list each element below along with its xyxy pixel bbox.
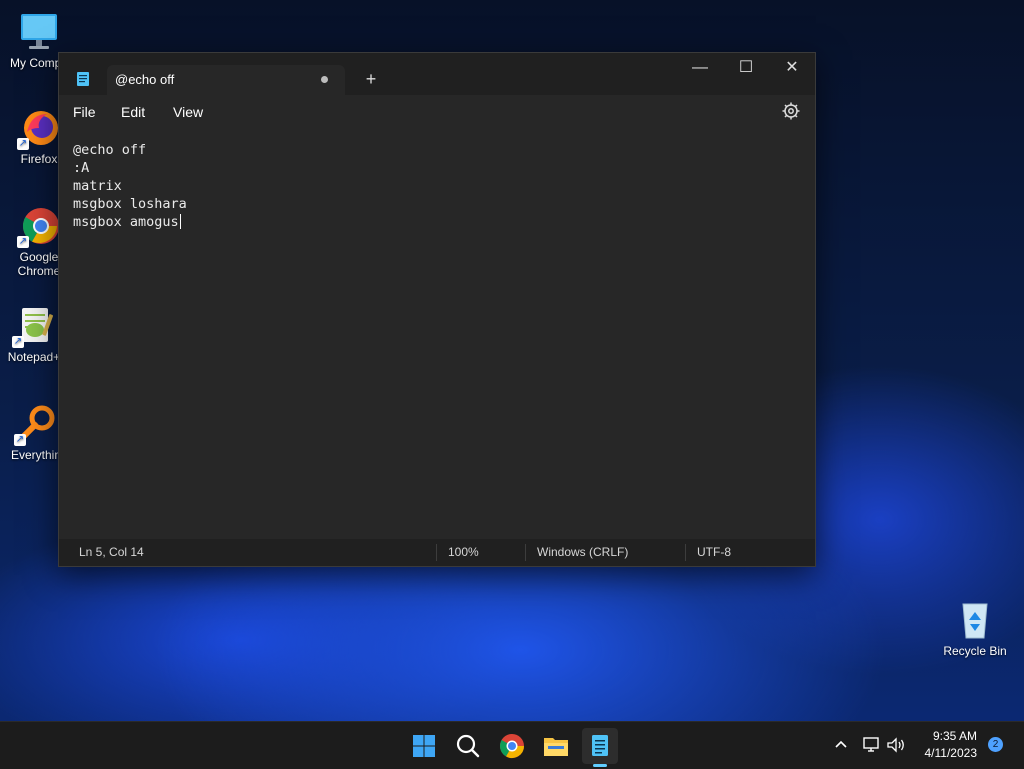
network-icon[interactable] bbox=[862, 736, 882, 754]
editor-line-current: msgbox amogus bbox=[73, 213, 793, 231]
text-caret bbox=[179, 214, 181, 229]
clock-date[interactable]: 4/11/2023 bbox=[905, 746, 978, 760]
firefox-icon: ↗ bbox=[17, 106, 61, 150]
editor-line: :A bbox=[73, 160, 90, 176]
new-tab-button[interactable]: + bbox=[359, 67, 383, 91]
menu-edit[interactable]: Edit bbox=[121, 104, 145, 120]
everything-search-icon: ↗ bbox=[14, 402, 58, 446]
recycle-bin-icon bbox=[953, 598, 997, 642]
minimize-button[interactable]: — bbox=[677, 53, 723, 83]
title-bar[interactable]: @echo off + — ☐ ✕ bbox=[59, 53, 815, 95]
menu-view[interactable]: View bbox=[173, 104, 203, 120]
active-app-indicator bbox=[593, 764, 607, 767]
editor-line-text: msgbox amogus bbox=[73, 214, 179, 230]
notepad-window: @echo off + — ☐ ✕ File Edit View @echo o… bbox=[58, 52, 816, 567]
clock-time[interactable]: 9:35 AM bbox=[915, 729, 977, 743]
editor-line: msgbox loshara bbox=[73, 196, 187, 212]
taskbar-chrome-button[interactable] bbox=[494, 728, 530, 764]
status-encoding: UTF-8 bbox=[697, 545, 731, 559]
shortcut-arrow-icon: ↗ bbox=[17, 138, 29, 150]
taskbar-notepad-button[interactable] bbox=[582, 728, 618, 764]
status-divider bbox=[436, 544, 437, 561]
status-zoom: 100% bbox=[448, 545, 479, 559]
start-button[interactable] bbox=[406, 728, 442, 764]
notepad-icon bbox=[76, 71, 90, 87]
text-editor[interactable]: @echo off :A matrix msgbox loshara msgbo… bbox=[73, 141, 793, 531]
chrome-icon: ↗ bbox=[17, 204, 61, 248]
tab-title: @echo off bbox=[115, 72, 175, 87]
status-divider bbox=[685, 544, 686, 561]
file-explorer-icon bbox=[544, 738, 568, 756]
desktop-icon-recycle-bin[interactable]: Recycle Bin bbox=[935, 598, 1015, 658]
volume-icon[interactable] bbox=[886, 736, 906, 754]
menu-bar: File Edit View bbox=[59, 95, 815, 129]
editor-line: matrix bbox=[73, 178, 122, 194]
settings-gear-icon[interactable] bbox=[781, 101, 801, 121]
editor-line: @echo off bbox=[73, 142, 147, 158]
menu-file[interactable]: File bbox=[73, 104, 96, 120]
status-bar: Ln 5, Col 14 100% Windows (CRLF) UTF-8 bbox=[59, 539, 815, 566]
notification-badge[interactable]: 2 bbox=[988, 737, 1003, 752]
notepad-plus-plus-icon: ↗ bbox=[12, 304, 56, 348]
maximize-button[interactable]: ☐ bbox=[723, 53, 769, 83]
search-icon bbox=[456, 734, 480, 758]
windows-start-icon bbox=[413, 735, 435, 757]
status-line-ending: Windows (CRLF) bbox=[537, 545, 629, 559]
desktop-icon-label: Recycle Bin bbox=[943, 644, 1007, 658]
shortcut-arrow-icon: ↗ bbox=[17, 236, 29, 248]
shortcut-arrow-icon: ↗ bbox=[12, 336, 24, 348]
taskbar-search-button[interactable] bbox=[450, 728, 486, 764]
computer-icon bbox=[17, 10, 61, 54]
shortcut-arrow-icon: ↗ bbox=[14, 434, 26, 446]
taskbar: 9:35 AM 4/11/2023 bbox=[0, 721, 1024, 769]
close-button[interactable]: ✕ bbox=[769, 53, 815, 83]
status-cursor-position: Ln 5, Col 14 bbox=[79, 545, 144, 559]
show-hidden-icons-chevron-icon[interactable] bbox=[832, 736, 850, 754]
taskbar-file-explorer-button[interactable] bbox=[538, 728, 574, 764]
notepad-icon bbox=[592, 735, 608, 756]
status-divider bbox=[525, 544, 526, 561]
unsaved-dot-icon bbox=[321, 76, 328, 83]
chrome-icon bbox=[499, 734, 524, 759]
tab-echo-off[interactable]: @echo off bbox=[107, 65, 345, 95]
